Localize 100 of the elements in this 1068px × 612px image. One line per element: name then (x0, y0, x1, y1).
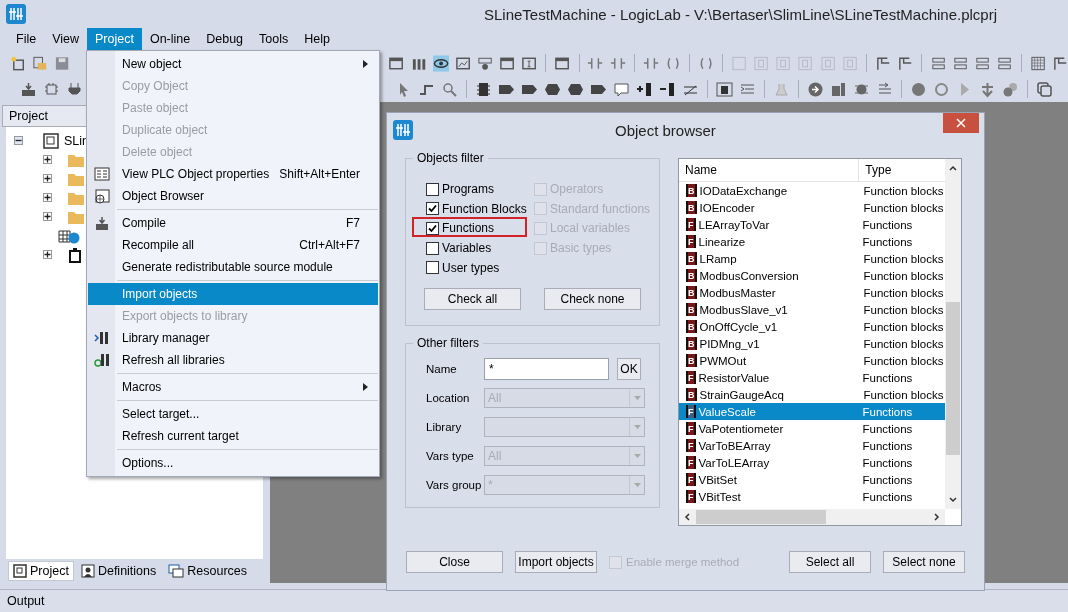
list-row[interactable]: B OnOffCycle_v1 Function blocks (679, 318, 945, 335)
list-row[interactable]: B StrainGaugeAcq Function blocks (679, 386, 945, 403)
checkbox[interactable] (426, 261, 439, 275)
circles-icon[interactable] (1002, 80, 1019, 98)
expand-icon[interactable] (43, 212, 52, 221)
close-button[interactable] (943, 113, 979, 133)
object-type-badge: B (686, 354, 697, 367)
select-none-button[interactable]: Select none (883, 551, 965, 573)
object-name: VBitTest (698, 490, 742, 503)
horizontal-scrollbar[interactable] (679, 509, 945, 525)
object-name: OnOffCycle_v1 (699, 320, 779, 333)
object-name: ValueScale (698, 405, 757, 418)
close-dialog-button[interactable]: Close (406, 551, 503, 573)
plug-icon[interactable] (66, 80, 83, 98)
list-row[interactable]: F ValueScale Functions (679, 403, 945, 420)
menu-entry[interactable]: Refresh all libraries (88, 349, 378, 371)
compile-icon[interactable] (20, 80, 37, 98)
menu-entry[interactable]: Generate redistributable source module (88, 256, 378, 278)
list-row[interactable]: B ModbusSlave_v1 Function blocks (679, 301, 945, 318)
select-all-button[interactable]: Select all (789, 551, 871, 573)
menu-entry[interactable]: Macros (88, 376, 378, 398)
menu-entry[interactable]: New object (88, 53, 378, 75)
circuit-icon[interactable] (43, 80, 60, 98)
filled-circle-icon[interactable] (910, 80, 927, 98)
check-button[interactable]: Check all (424, 287, 521, 310)
menu-item[interactable]: Debug (198, 28, 252, 50)
vertical-scrollbar[interactable] (945, 159, 961, 509)
scroll-right-icon[interactable] (934, 513, 940, 521)
checkbox[interactable] (426, 182, 439, 196)
chip-icon[interactable] (475, 80, 492, 98)
panel-tab[interactable]: Project (8, 561, 74, 581)
menu-entry[interactable]: Recompile all Ctrl+Alt+F7 (88, 234, 378, 256)
checkbox-label: Variables (442, 241, 492, 256)
resources-icon (168, 564, 185, 578)
list-row[interactable]: F VBitTest Functions (679, 488, 945, 505)
list-row[interactable]: F VarToLEArray Functions (679, 454, 945, 471)
ring-icon[interactable] (933, 80, 950, 98)
menu-entry[interactable]: Compile F7 (88, 212, 378, 234)
right-arrow-circle-icon[interactable] (807, 80, 824, 98)
list-row[interactable]: B IOEncoder Function blocks (679, 199, 945, 216)
menu-entry[interactable]: View PLC Object properties Shift+Alt+Enter (88, 163, 378, 185)
refresh-books-icon (94, 352, 110, 368)
speech-bubble-icon[interactable] (613, 80, 630, 98)
object-type: Function blocks (863, 337, 945, 350)
object-type-badge: F (686, 439, 696, 452)
menu-item[interactable]: Project (87, 28, 142, 50)
add-pin-icon[interactable] (636, 80, 653, 98)
menu-item[interactable]: View (44, 28, 88, 50)
menu-item[interactable]: On-line (141, 28, 199, 50)
menu-entry[interactable]: Object Browser (88, 185, 378, 207)
object-type-badge: F (686, 218, 696, 231)
scroll-up-icon[interactable] (949, 165, 957, 171)
menu-item[interactable]: Help (296, 28, 338, 50)
list-row[interactable]: F VarToBEArray Functions (679, 437, 945, 454)
import-objects-button[interactable]: Import objects (515, 551, 597, 573)
copy-icon[interactable] (1036, 80, 1053, 98)
expand-icon[interactable] (43, 193, 52, 202)
check-button[interactable]: Check none (544, 287, 641, 310)
menu-entry[interactable]: Library manager (88, 327, 378, 349)
grid-icon[interactable] (1029, 54, 1046, 72)
list-row[interactable]: F VaPotentiometer Functions (679, 420, 945, 437)
menu-item[interactable]: Tools (251, 28, 297, 50)
scroll-down-icon[interactable] (949, 497, 957, 503)
new-document-icon[interactable] (10, 54, 27, 72)
scroll-left-icon[interactable] (684, 513, 690, 521)
menu-entry[interactable]: Options... (88, 452, 378, 474)
column-header[interactable]: Type (859, 159, 945, 181)
open-document-icon[interactable] (32, 54, 49, 72)
collapse-icon[interactable] (14, 136, 23, 145)
magnifier-icon[interactable] (441, 80, 458, 98)
list-row[interactable]: F Linearize Functions (679, 233, 945, 250)
name-field[interactable]: * (484, 358, 609, 380)
field-label: Name (426, 363, 458, 375)
eye-icon[interactable] (432, 54, 449, 72)
ok-button[interactable]: OK (617, 358, 641, 380)
column-header[interactable]: Name (679, 159, 860, 181)
block-icon[interactable] (716, 80, 733, 98)
expand-icon[interactable] (43, 174, 52, 183)
menu-entry[interactable]: Refresh current target (88, 425, 378, 447)
expand-icon[interactable] (43, 250, 52, 259)
menu-item[interactable]: File (8, 28, 45, 50)
down-arrow-icon[interactable] (979, 80, 996, 98)
list-row[interactable]: F VBitSet Functions (679, 471, 945, 488)
list-row[interactable]: F LEArrayToVar Functions (679, 216, 945, 233)
checkbox[interactable] (426, 241, 439, 255)
list-row[interactable]: B PWMOut Function blocks (679, 352, 945, 369)
expand-icon[interactable] (43, 155, 52, 164)
checkbox[interactable] (426, 202, 439, 216)
menu-entry[interactable]: Select target... (88, 403, 378, 425)
checkbox[interactable] (426, 222, 439, 235)
compile-icon (94, 215, 110, 231)
menu-entry[interactable]: Import objects (88, 283, 378, 305)
list-row[interactable]: B LRamp Function blocks (679, 250, 945, 267)
object-type: Function blocks (863, 320, 945, 333)
remove-pin-icon[interactable] (659, 80, 676, 98)
list-row[interactable]: B PIDMng_v1 Function blocks (679, 335, 945, 352)
list-row[interactable]: B IODataExchange Function blocks (679, 182, 945, 199)
list-row[interactable]: B ModbusConversion Function blocks (679, 267, 945, 284)
list-row[interactable]: F ResistorValue Functions (679, 369, 945, 386)
list-row[interactable]: B ModbusMaster Function blocks (679, 284, 945, 301)
